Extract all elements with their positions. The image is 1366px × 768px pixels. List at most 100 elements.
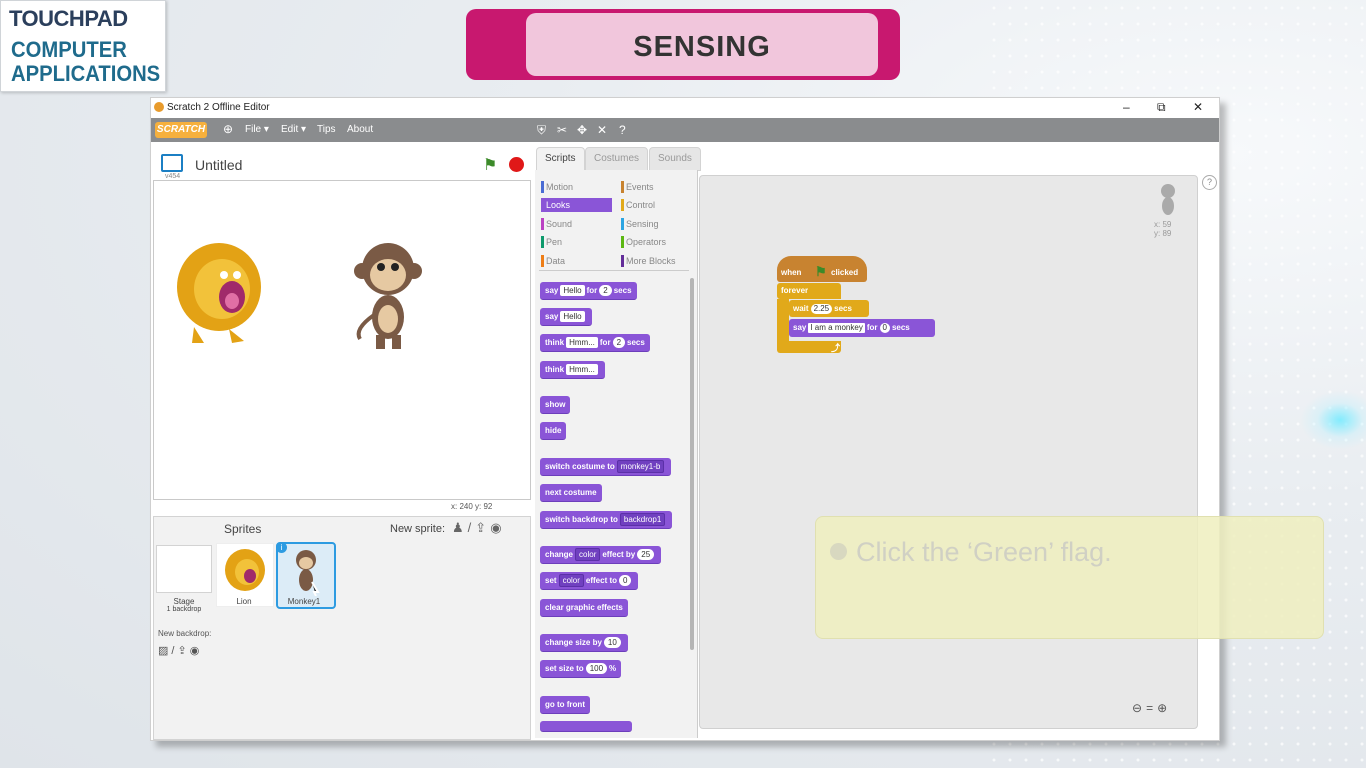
block-forever[interactable]: forever (777, 283, 841, 299)
block-change-size[interactable]: change size by 10 (540, 634, 628, 652)
stage-thumbnail[interactable] (156, 545, 212, 593)
forever-bottom: ⤴ (777, 341, 841, 353)
sprites-panel: Sprites New sprite: ♟/⇪◉ Stage 1 backdro… (153, 516, 531, 740)
window-titlebar: Scratch 2 Offline Editor – ⧉ ✕ (151, 98, 1219, 118)
restore-button[interactable]: ⧉ (1157, 100, 1166, 115)
stage[interactable] (153, 180, 531, 500)
stage-coordinates: x: 240 y: 92 (451, 502, 493, 511)
palette-scrollbar[interactable] (690, 278, 694, 650)
block-hide[interactable]: hide (540, 422, 567, 440)
block-go-to-front[interactable]: go to front (540, 696, 590, 714)
block-say-for-secs-script[interactable]: say I am a monkey for 0 secs (789, 319, 935, 337)
block-switch-costume[interactable]: switch costume to monkey1-b (540, 458, 672, 476)
palette-divider (539, 270, 689, 271)
logo-line2: APPLICATIONS (11, 61, 161, 86)
tab-costumes[interactable]: Costumes (585, 147, 649, 171)
stop-sign-icon[interactable] (509, 157, 524, 172)
green-flag-icon[interactable]: ⚑ (483, 155, 497, 175)
upload-backdrop-icon[interactable]: ⇪ (177, 645, 189, 657)
camera-backdrop-icon[interactable]: ◉ (190, 645, 203, 657)
stage-thumb-sub: 1 backdrop (166, 606, 202, 613)
menubar: SCRATCH ⊕ File ▾ Edit ▾ Tips About ⛨ ✂ ✥… (151, 118, 1219, 142)
tab-sounds[interactable]: Sounds (649, 147, 701, 171)
block-think-for-secs[interactable]: think Hmm... for 2 secs (540, 334, 650, 352)
category-control[interactable]: Control (621, 198, 692, 212)
block-set-effect[interactable]: set color effect to 0 (540, 572, 639, 590)
current-sprite-info: x: 59 y: 89 (1154, 182, 1180, 238)
backdrop-library-icon[interactable]: ▨ (158, 645, 171, 657)
project-name[interactable]: Untitled (195, 157, 242, 173)
scratch-window: Scratch 2 Offline Editor – ⧉ ✕ SCRATCH ⊕… (150, 97, 1220, 741)
sprite-label-lion: Lion (236, 597, 252, 606)
new-sprite-label: New sprite: (390, 523, 446, 535)
zoom-out-icon[interactable]: ⊖ (1132, 701, 1146, 715)
category-motion[interactable]: Motion (541, 180, 612, 194)
globe-icon[interactable]: ⊕ (223, 122, 233, 136)
tab-scripts[interactable]: Scripts (536, 147, 585, 171)
block-next-costume[interactable]: next costume (540, 484, 602, 502)
topic-title: SENSING (633, 31, 771, 63)
green-flag-icon: ⚑ (815, 264, 827, 279)
stage-thumb-label: Stage (173, 597, 195, 606)
close-button[interactable]: ✕ (1193, 100, 1203, 114)
block-go-back-layers[interactable] (540, 721, 632, 732)
category-sensing[interactable]: Sensing (621, 217, 692, 231)
loop-arrow-icon: ⤴ (831, 343, 841, 353)
grow-icon[interactable]: ✥ (577, 123, 587, 137)
category-sound[interactable]: Sound (541, 217, 612, 231)
help-icon[interactable]: ? (619, 123, 626, 137)
scratch-logo[interactable]: SCRATCH (155, 122, 207, 138)
presentation-mode-icon[interactable] (161, 154, 183, 172)
category-data[interactable]: Data (541, 254, 612, 268)
menu-about[interactable]: About (347, 124, 373, 135)
sprites-header: Sprites (224, 522, 262, 536)
menu-tips[interactable]: Tips (317, 124, 336, 135)
delete-icon[interactable]: ✂ (557, 123, 567, 137)
block-set-size[interactable]: set size to 100% (540, 660, 622, 678)
block-think[interactable]: think Hmm... (540, 361, 605, 379)
sprite-x: x: 59 (1154, 220, 1172, 229)
help-icon[interactable]: ? (1202, 175, 1217, 190)
block-change-effect[interactable]: change color effect by 25 (540, 546, 662, 564)
stage-header: v454 Untitled ⚑ (153, 148, 529, 180)
block-switch-backdrop[interactable]: switch backdrop to backdrop1 (540, 511, 673, 529)
category-operators[interactable]: Operators (621, 235, 692, 249)
block-say-for-secs[interactable]: say Hello for 2 secs (540, 282, 637, 300)
block-clear-effects[interactable]: clear graphic effects (540, 599, 628, 617)
menu-file[interactable]: File ▾ (245, 124, 269, 135)
logo-line1: COMPUTER (11, 37, 127, 62)
block-wait-secs[interactable]: wait 2.25 secs (789, 300, 869, 317)
category-pen[interactable]: Pen (541, 235, 612, 249)
background-glow (1300, 390, 1366, 450)
duplicate-icon[interactable]: ⛨ (537, 123, 546, 138)
category-more-blocks[interactable]: More Blocks (621, 254, 692, 268)
zoom-in-icon[interactable]: ⊕ (1157, 701, 1171, 715)
window-title: Scratch 2 Offline Editor (167, 102, 270, 113)
monkey-mini-icon (1161, 184, 1175, 215)
zoom-reset-icon[interactable]: = (1146, 701, 1157, 715)
instruction-text: Click the ‘Green’ flag. (856, 537, 1112, 567)
minimize-button[interactable]: – (1123, 100, 1130, 114)
topic-banner: SENSING (466, 9, 900, 80)
topic-banner-inner: SENSING (526, 13, 878, 76)
script-area[interactable]: when ⚑ clicked forever ⤴ wait 2.25 secs sa… (699, 175, 1198, 729)
category-looks[interactable]: Looks (541, 198, 612, 212)
new-backdrop-label: New backdrop: (158, 629, 212, 638)
lion-sprite[interactable] (177, 243, 261, 343)
block-palette: Motion Events Looks Control Sound Sensin… (535, 170, 698, 738)
category-events[interactable]: Events (621, 180, 692, 194)
logo-brand: TOUCHPAD (9, 6, 128, 31)
block-show[interactable]: show (540, 396, 571, 414)
camera-sprite-icon[interactable]: ◉ (490, 520, 505, 535)
bullet-icon (830, 543, 847, 560)
stage-canvas (177, 243, 422, 349)
monkey-sprite[interactable] (354, 243, 422, 349)
upload-sprite-icon[interactable]: ⇪ (475, 520, 490, 535)
menu-edit[interactable]: Edit ▾ (281, 124, 306, 135)
forever-arm (777, 299, 789, 344)
choose-sprite-library-icon[interactable]: ♟ (452, 520, 468, 535)
block-say[interactable]: say Hello (540, 308, 592, 326)
info-icon[interactable]: i (276, 542, 287, 553)
shrink-icon[interactable]: ✕ (597, 123, 607, 137)
block-when-flag-clicked[interactable]: when ⚑ clicked (777, 256, 867, 282)
